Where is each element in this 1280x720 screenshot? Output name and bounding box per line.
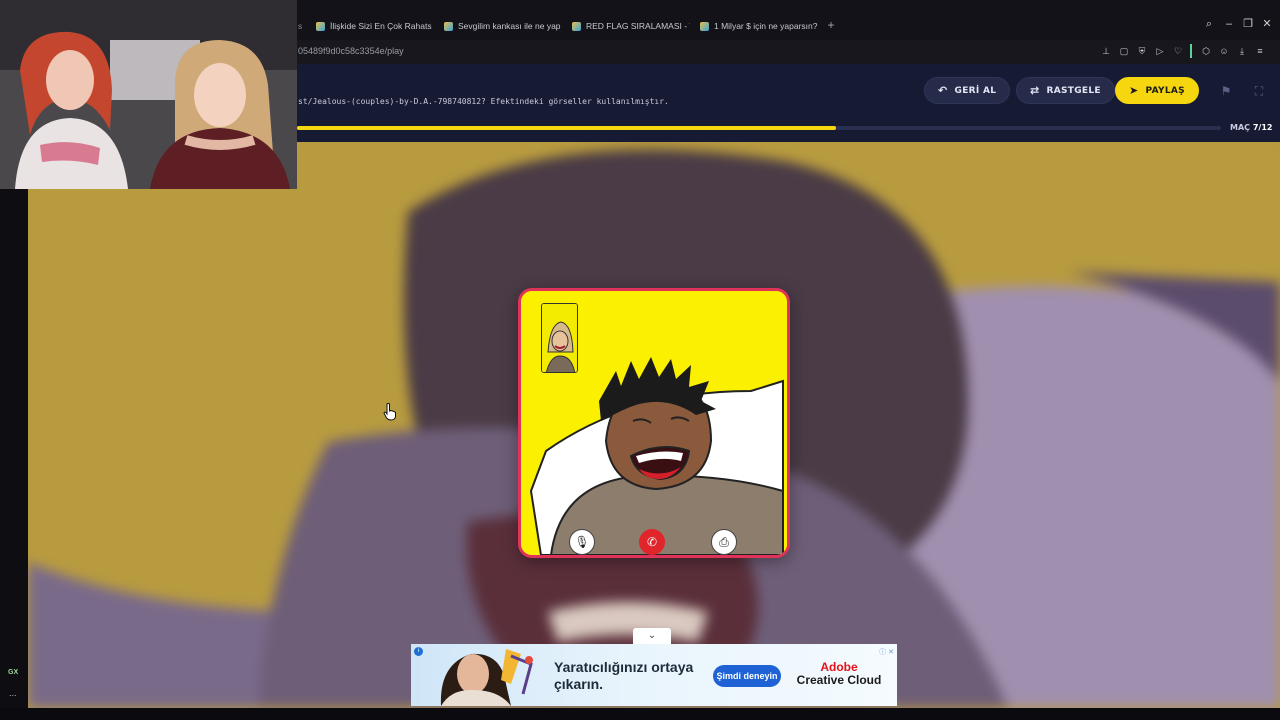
tab-3[interactable]: RED FLAG SIRALAMASI - Y	[572, 18, 690, 34]
minimize-icon[interactable]: –	[1222, 16, 1236, 32]
shield-icon[interactable]: ⛨	[1136, 45, 1148, 57]
profile-icon[interactable]: ☺	[1218, 45, 1230, 57]
sidebar-more-icon[interactable]: ...	[9, 688, 17, 698]
play-icon[interactable]: ▷	[1154, 45, 1166, 57]
tab-2[interactable]: Sevgilim kankası ile ne yap	[444, 18, 562, 34]
pin-icon[interactable]: ⊥	[1100, 45, 1112, 57]
microphone-icon[interactable]: 🎙	[569, 529, 595, 555]
tab-favicon	[316, 21, 325, 31]
restore-icon[interactable]: ❐	[1241, 16, 1255, 32]
tab-favicon	[444, 21, 453, 31]
shuffle-icon: ⇄	[1030, 84, 1040, 97]
ad-cta-button[interactable]: Şimdi deneyin	[713, 665, 781, 687]
random-button[interactable]: ⇄ RASTGELE	[1016, 77, 1115, 104]
close-icon[interactable]: ✕	[1260, 16, 1274, 32]
video-call-card[interactable]: 🎙 ✆ ⎙	[518, 288, 790, 558]
bottom-edge	[0, 708, 1280, 720]
image-credit: st/Jealous-(couples)-by-D.A.-798740812? …	[298, 97, 669, 106]
self-view-thumbnail	[541, 303, 578, 373]
download-icon[interactable]: ⤓	[1236, 45, 1248, 57]
tab-4[interactable]: 1 Milyar $ için ne yaparsın?	[700, 18, 818, 34]
undo-button[interactable]: ↶ GERİ AL	[924, 77, 1011, 104]
match-progress-fill	[297, 126, 836, 130]
streamer-webcam	[0, 0, 297, 189]
ad-headline: Yaratıcılığınızı ortaya çıkarın.	[554, 659, 694, 692]
share-button[interactable]: ➤ PAYLAŞ	[1115, 77, 1199, 104]
hand-cursor-icon	[383, 403, 396, 421]
ad-close-icon[interactable]: ⓘ ✕	[874, 647, 894, 657]
match-progress-bar	[297, 126, 1221, 130]
ad-brand: Adobe Creative Cloud	[794, 661, 884, 687]
browser-sidebar	[0, 188, 28, 720]
heart-icon[interactable]: ♡	[1172, 45, 1184, 57]
undo-icon: ↶	[938, 84, 948, 97]
toolbar-divider	[1190, 44, 1192, 58]
camera-flip-icon[interactable]: ⎙	[711, 529, 737, 555]
new-tab-button[interactable]: +	[825, 18, 837, 32]
flag-icon[interactable]: ⚑	[1219, 84, 1233, 98]
bookmark-icon[interactable]: ▢	[1118, 45, 1130, 57]
menu-icon[interactable]: ≡	[1254, 45, 1266, 57]
gx-label[interactable]: GX	[8, 669, 18, 676]
search-icon[interactable]: ⌕	[1202, 16, 1216, 32]
ad-brand-bottom: Creative Cloud	[796, 673, 882, 687]
screen: s İlişkide Sizi En Çok Rahats Sevgilim k…	[0, 0, 1280, 720]
end-call-icon[interactable]: ✆	[639, 529, 665, 555]
tab-favicon	[572, 21, 581, 31]
webcam-feed	[0, 0, 297, 189]
fullscreen-icon[interactable]: ⛶	[1252, 84, 1266, 98]
tab-favicon	[700, 21, 709, 31]
tab-1[interactable]: İlişkide Sizi En Çok Rahats	[316, 18, 434, 34]
advertisement-banner[interactable]: i ⓘ ✕ Yaratıcılığınızı ortaya çıkarın. Ş…	[411, 644, 897, 706]
ad-collapse-button[interactable]: ⌄	[633, 628, 671, 644]
tab-partial[interactable]: s	[298, 18, 306, 34]
extensions-icon[interactable]: ⬡	[1200, 45, 1212, 57]
match-counter: MAÇ 7/12	[1230, 123, 1273, 132]
send-icon: ➤	[1129, 84, 1139, 97]
ad-info-icon[interactable]: i	[414, 647, 423, 656]
self-view-illustration	[542, 304, 577, 372]
url-text: 05489f9d0c58c3354e/play	[298, 46, 404, 56]
